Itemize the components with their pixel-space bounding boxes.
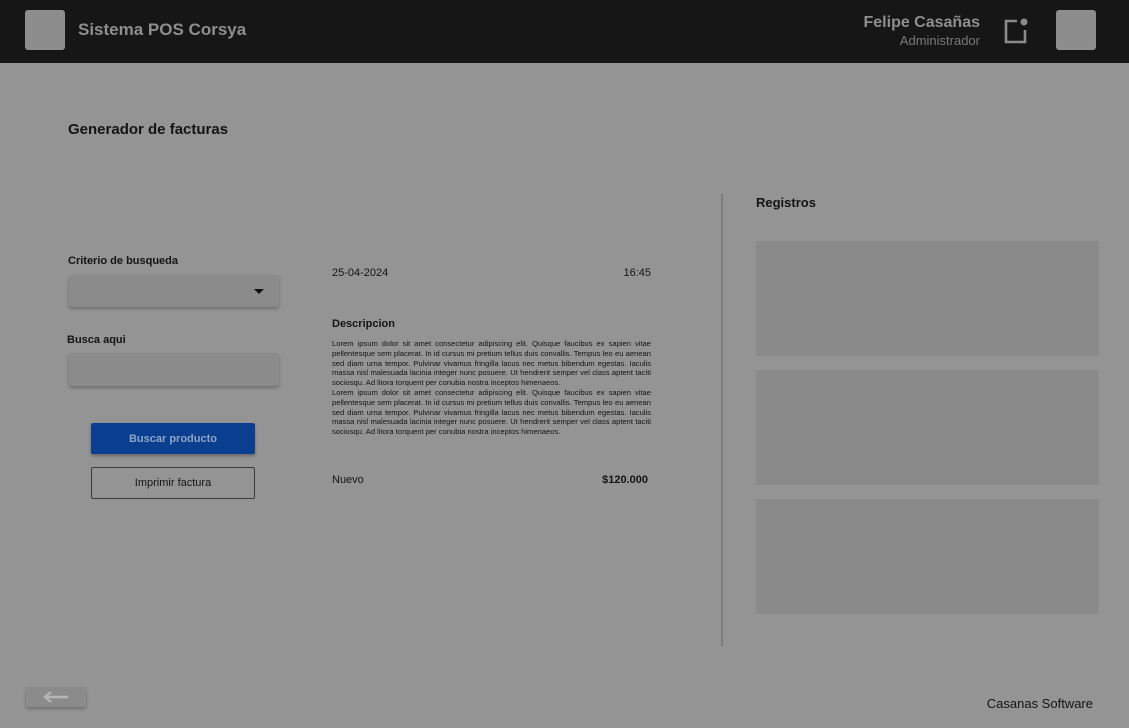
criteria-label: Criterio de busqueda xyxy=(68,255,179,267)
criteria-select[interactable] xyxy=(69,275,279,307)
user-role: Administrador xyxy=(899,33,980,48)
description-paragraph: Lorem ipsum dolor sit amet consectetur a… xyxy=(332,339,651,388)
arrow-left-icon xyxy=(43,691,68,703)
invoice-description: Lorem ipsum dolor sit amet consectetur a… xyxy=(332,339,651,437)
footer-brand: Casanas Software xyxy=(986,696,1093,711)
top-bar: Sistema POS Corsya Felipe Casañas Admini… xyxy=(0,0,1129,63)
description-paragraph: Lorem ipsum dolor sit amet consectetur a… xyxy=(332,387,651,437)
page: Sistema POS Corsya Felipe Casañas Admini… xyxy=(0,0,1129,728)
record-card[interactable] xyxy=(756,499,1099,614)
page-title: Generador de facturas xyxy=(68,121,229,138)
record-card[interactable] xyxy=(756,241,1099,356)
search-product-button[interactable]: Buscar producto xyxy=(91,423,255,454)
vertical-divider xyxy=(721,194,723,646)
notification-icon[interactable] xyxy=(1003,17,1029,45)
chevron-down-icon xyxy=(254,289,264,294)
invoice-date: 25-04-2024 xyxy=(332,267,389,279)
app-title: Sistema POS Corsya xyxy=(78,20,247,39)
invoice-status: Nuevo xyxy=(332,474,364,486)
app-logo[interactable] xyxy=(25,10,65,50)
user-avatar[interactable] xyxy=(1056,10,1096,50)
search-label: Busca aqui xyxy=(67,334,126,346)
user-name: Felipe Casañas xyxy=(863,14,981,31)
back-button[interactable] xyxy=(26,687,86,707)
print-invoice-button[interactable]: Imprimir factura xyxy=(91,467,255,499)
invoice-time: 16:45 xyxy=(623,267,651,279)
description-heading: Descripcion xyxy=(332,318,395,330)
invoice-price: $120.000 xyxy=(602,474,648,486)
records-title: Registros xyxy=(756,195,816,210)
record-card[interactable] xyxy=(756,370,1099,485)
search-input[interactable] xyxy=(69,353,279,386)
